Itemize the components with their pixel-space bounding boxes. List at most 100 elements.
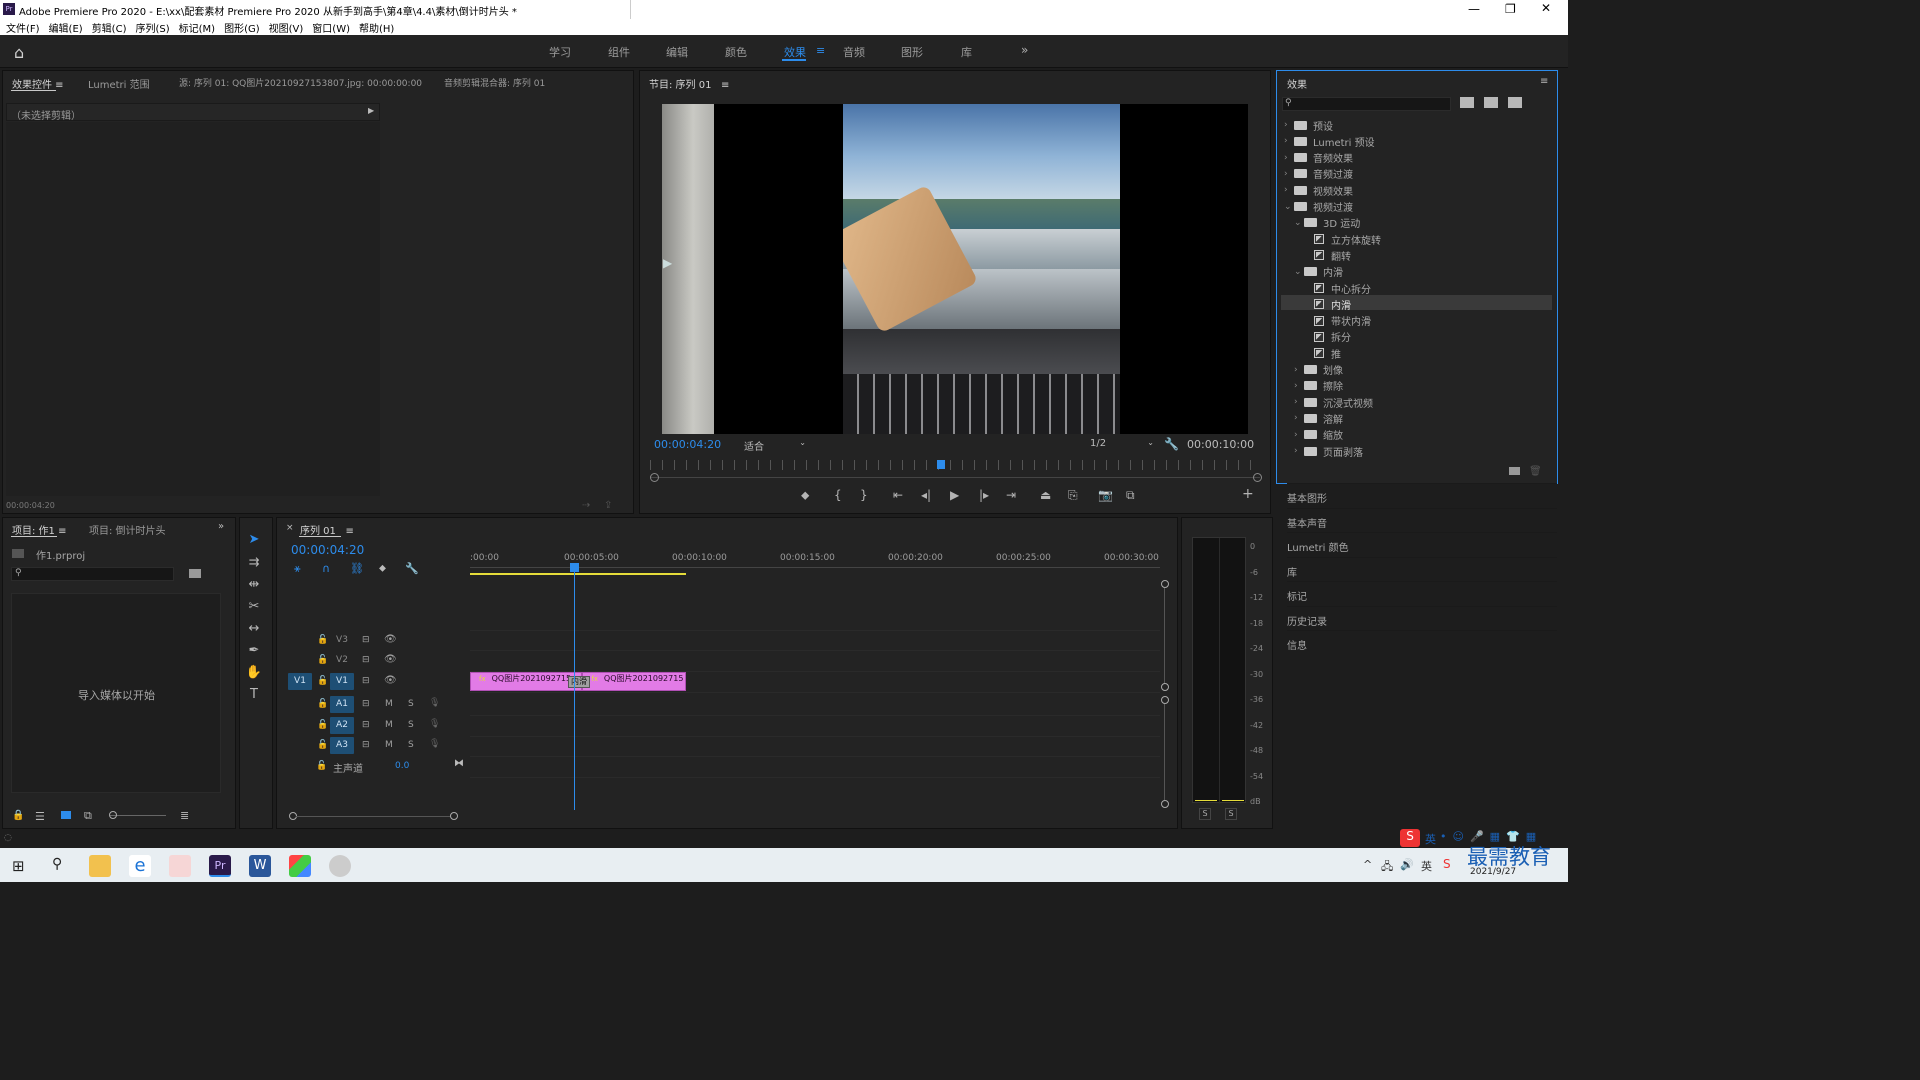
timeline-clip[interactable]: fx QQ图片2021092715 (470, 672, 583, 691)
add-button-icon[interactable]: + (1242, 486, 1254, 502)
effects-tree-item[interactable]: › 缩放 (1294, 427, 1343, 443)
new-bin-icon[interactable] (1509, 467, 1520, 475)
menu-item-2[interactable]: 剪辑(C) (92, 24, 127, 35)
close-sequence-icon[interactable]: × (286, 523, 294, 533)
mute-button[interactable]: M (385, 720, 393, 730)
type-tool-icon[interactable]: T (245, 687, 263, 705)
selection-tool-icon[interactable]: ➤ (245, 532, 263, 550)
track-lock-icon[interactable]: 🔓 (317, 676, 328, 686)
chevron-down-icon[interactable]: ⌄ (1294, 218, 1304, 228)
solo-button[interactable]: S (408, 699, 414, 709)
track-output-icon[interactable]: ⊟ (362, 676, 370, 686)
tab-program[interactable]: 节目: 序列 01 ≡ (649, 76, 729, 91)
track-lock-icon[interactable]: 🔓 (317, 699, 328, 709)
list-view-icon[interactable]: ☰ (35, 810, 45, 823)
step-forward-icon[interactable]: |▸ (979, 488, 989, 502)
eye-icon[interactable]: 👁 (384, 675, 397, 686)
panel-section-5[interactable]: 历史记录 (1287, 605, 1557, 630)
workspace-tab-7[interactable]: 库 (961, 44, 972, 60)
add-marker-icon[interactable]: ⬥ (379, 563, 386, 574)
app-grid-icon[interactable] (289, 855, 311, 877)
taskbar-search-icon[interactable]: ⚲ (52, 856, 62, 872)
chevron-down-icon[interactable]: ⌄ (1294, 267, 1304, 277)
camera-icon[interactable]: 📷 (1098, 488, 1113, 502)
chevron-down-icon[interactable]: ⌄ (1284, 202, 1294, 212)
snap-icon[interactable]: ∩ (322, 562, 330, 575)
effects-tree-item[interactable]: 带状内滑 (1304, 313, 1371, 329)
program-ruler[interactable] (650, 460, 1260, 470)
effects-tree-item[interactable]: › 音频效果 (1284, 150, 1353, 166)
delete-icon[interactable]: 🗑 (1529, 466, 1542, 477)
lock-icon[interactable]: 🔒 (12, 810, 24, 821)
effects-tree-item[interactable]: ⌄ 内滑 (1294, 264, 1343, 280)
master-value[interactable]: 0.0 (395, 761, 409, 771)
effects-tree-item[interactable]: 推 (1304, 345, 1341, 361)
tab-sequence[interactable]: 序列 01 ≡ (300, 522, 354, 537)
snipping-icon[interactable] (169, 855, 191, 877)
resolution-dropdown[interactable]: 1/2 ⌄ (1090, 438, 1154, 452)
zoom-slider-handle[interactable] (109, 811, 117, 819)
nest-icon[interactable]: ⚹ (294, 562, 301, 576)
workspace-tab-6[interactable]: 图形 (901, 44, 923, 60)
new-search-bin-icon[interactable] (189, 569, 201, 578)
accelerated-effects-icon[interactable] (1460, 97, 1474, 108)
timeline-timecode[interactable]: 00:00:04:20 (291, 543, 364, 557)
voiceover-mic-icon[interactable]: 🎙 (429, 698, 440, 708)
timeline-zoom-bar[interactable] (296, 816, 450, 817)
lift-icon[interactable]: ⏏ (1040, 488, 1051, 502)
effects-tree-item[interactable]: › 预设 (1284, 117, 1333, 133)
play-icon[interactable]: ▶ (950, 488, 959, 502)
workspace-tab-3[interactable]: 颜色 (725, 44, 747, 60)
track-output-icon[interactable]: ⊟ (362, 699, 370, 709)
menu-item-1[interactable]: 编辑(E) (49, 24, 83, 35)
timeline-zoom-right[interactable] (450, 812, 458, 820)
chevron-right-icon[interactable]: › (1284, 153, 1294, 163)
tab-project-1[interactable]: 项目: 作1 ≡ (12, 522, 66, 537)
eye-icon[interactable]: 👁 (384, 634, 397, 645)
expand-panels-icon[interactable]: » (218, 521, 224, 532)
effects-tree-item[interactable]: 立方体旋转 (1304, 231, 1381, 247)
ime-tray-icon[interactable]: 英 (1421, 858, 1432, 874)
track-output-icon[interactable]: ⊟ (362, 655, 370, 665)
premiere-taskbar-icon[interactable]: Pr (209, 855, 231, 877)
ripple-edit-tool-icon[interactable]: ⇹ (245, 577, 263, 595)
track-label-A3[interactable]: A3 (330, 737, 354, 754)
mark-out-icon[interactable]: } (860, 488, 868, 502)
chevron-right-icon[interactable]: › (1294, 381, 1304, 391)
track-label-A2[interactable]: A2 (330, 717, 354, 734)
workspace-tab-5[interactable]: 音频 (843, 44, 865, 60)
audio-scroll-top[interactable] (1161, 696, 1169, 704)
track-label-V1[interactable]: V1 (330, 673, 354, 690)
user-app-icon[interactable] (329, 855, 351, 877)
tab-source[interactable]: 源: 序列 01: QQ图片20210927153807.jpg: 00:00:… (179, 76, 422, 89)
home-icon[interactable]: ⌂ (14, 43, 30, 62)
export-icon[interactable]: ⇪ (604, 500, 612, 511)
track-output-icon[interactable]: ⊟ (362, 635, 370, 645)
pen-tool-icon[interactable]: ✒ (245, 643, 263, 661)
effects-tree-item[interactable]: ⌄ 视频过渡 (1284, 199, 1353, 215)
add-marker-icon[interactable]: ⬥ (801, 488, 809, 503)
tab-lumetri-scopes[interactable]: Lumetri 范围 (88, 76, 150, 91)
track-label-V3[interactable]: V3 (330, 632, 354, 649)
workspace-tab-0[interactable]: 学习 (549, 44, 571, 60)
menu-item-0[interactable]: 文件(F) (6, 24, 40, 35)
track-lock-icon[interactable]: 🔓 (317, 635, 328, 645)
track-label-V2[interactable]: V2 (330, 652, 354, 669)
workspace-tab-1[interactable]: 组件 (608, 44, 630, 60)
effects-tree-item[interactable]: › 擦除 (1294, 378, 1343, 394)
effects-tree-item[interactable]: › Lumetri 预设 (1284, 133, 1375, 149)
word-icon[interactable]: W (249, 855, 271, 877)
tab-audio-clip-mixer[interactable]: 音频剪辑混合器: 序列 01 (444, 76, 545, 89)
razor-tool-icon[interactable]: ✂ (245, 599, 263, 617)
effects-tree-item[interactable]: 拆分 (1304, 329, 1351, 345)
work-area-bar[interactable] (470, 573, 686, 575)
32bit-effects-icon[interactable] (1484, 97, 1498, 108)
compare-icon[interactable]: ⧉ (1126, 488, 1135, 503)
workspace-tab-4[interactable]: 效果 (784, 44, 806, 60)
effects-tree-item[interactable]: 内滑 (1304, 296, 1351, 312)
panel-section-6[interactable]: 信息 (1287, 630, 1557, 654)
panel-section-1[interactable]: 基本声音 (1287, 507, 1557, 532)
project-search-input[interactable]: ⚲ (11, 567, 174, 581)
maximize-icon[interactable]: ❐ (1505, 2, 1516, 16)
panel-section-2[interactable]: Lumetri 颜色 (1287, 532, 1557, 556)
